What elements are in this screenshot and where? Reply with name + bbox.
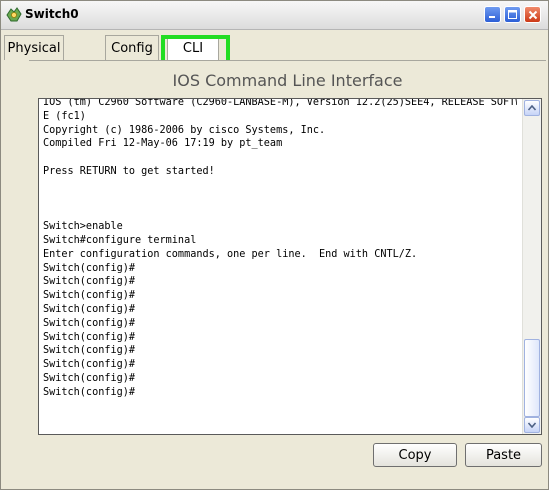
terminal-line: Compiled Fri 12-May-06 17:19 by pt_team [43, 138, 283, 150]
minimize-icon [489, 16, 495, 18]
terminal-line: Switch(config)# [43, 345, 136, 357]
terminal-line: Switch>enable [43, 221, 123, 233]
terminal-line: E (fc1) [43, 110, 86, 122]
scrollbar-thumb[interactable] [524, 339, 540, 417]
switch-app-icon [5, 6, 23, 24]
window-title: Switch0 [25, 7, 79, 21]
scroll-down-icon [528, 422, 536, 428]
terminal-line: Switch(config)# [43, 359, 136, 371]
terminal-console[interactable]: IOS (tm) C2960 Software (C2960-LANBASE-M… [38, 98, 542, 435]
terminal-line: Switch#configure terminal [43, 234, 197, 246]
copy-button[interactable]: Copy [373, 443, 457, 467]
tab-config[interactable]: Config [105, 35, 159, 60]
tab-config-label: Config [111, 40, 153, 56]
switch-window: Switch0 Physical Config CLI IOS Command … [0, 0, 549, 490]
maximize-button[interactable] [504, 6, 521, 23]
terminal-line: Copyright (c) 1986-2006 by cisco Systems… [43, 124, 326, 136]
close-icon [528, 10, 537, 19]
minimize-button[interactable] [484, 6, 501, 23]
tab-physical-label: Physical [7, 40, 61, 56]
paste-button[interactable]: Paste [465, 443, 542, 467]
terminal-line: Switch(config)# [43, 303, 136, 315]
terminal-line: Switch(config)# [43, 262, 136, 274]
scroll-down-button[interactable] [524, 417, 540, 433]
terminal-line: Enter configuration commands, one per li… [43, 248, 418, 260]
maximize-icon [508, 10, 517, 19]
terminal-line: Switch(config)# [43, 386, 136, 398]
terminal-line: Switch(config)# [43, 372, 136, 384]
scroll-up-button[interactable] [524, 100, 540, 116]
terminal-scrollbar[interactable] [522, 99, 541, 434]
tab-cli-label: CLI [182, 40, 204, 56]
terminal-output[interactable]: IOS (tm) C2960 Software (C2960-LANBASE-M… [43, 98, 517, 400]
terminal-line: Press RETURN to get started! [43, 165, 215, 177]
terminal-line: Switch(config)# [43, 276, 136, 288]
tab-cli[interactable]: CLI [167, 35, 219, 60]
terminal-line: Switch(config)# [43, 331, 136, 343]
panel-heading: IOS Command Line Interface [172, 71, 403, 90]
terminal-line: Switch(config)# [43, 290, 136, 302]
title-bar[interactable]: Switch0 [1, 1, 548, 30]
close-button[interactable] [524, 6, 541, 23]
copy-button-label: Copy [398, 447, 432, 463]
paste-button-label: Paste [485, 447, 522, 463]
terminal-line: Switch(config)# [43, 317, 136, 329]
terminal-line: IOS (tm) C2960 Software (C2960-LANBASE-M… [43, 98, 517, 108]
scroll-up-icon [528, 105, 536, 111]
tab-physical[interactable]: Physical [4, 35, 64, 60]
